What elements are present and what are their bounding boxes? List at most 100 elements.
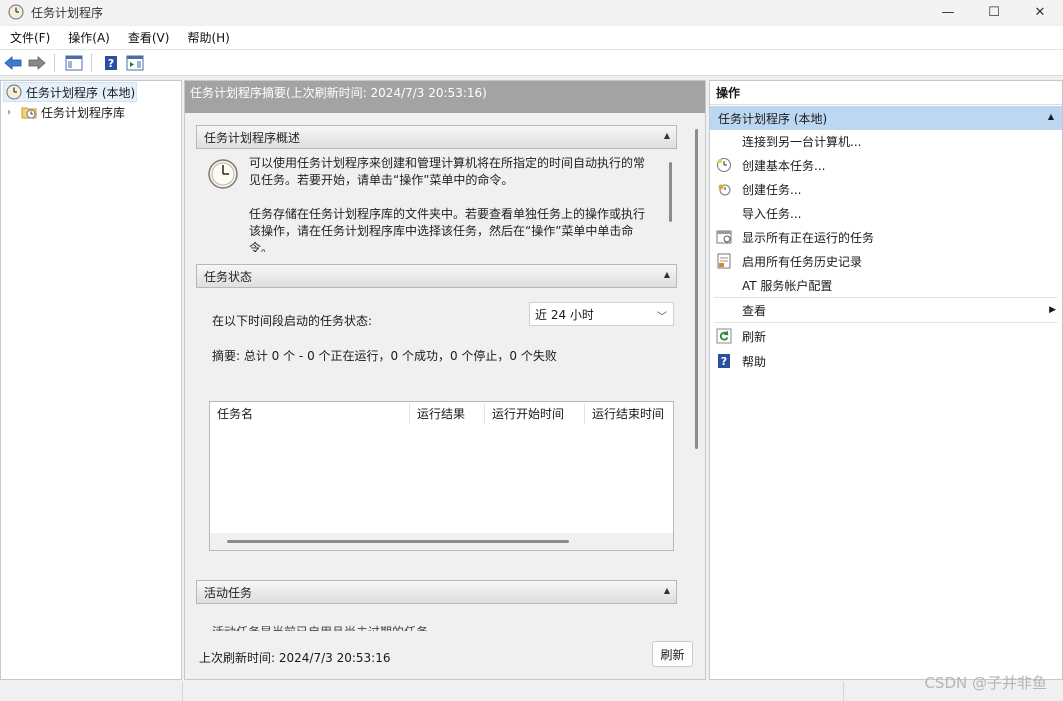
basic-task-icon	[716, 157, 732, 173]
column-run-result[interactable]: 运行结果	[410, 404, 485, 424]
clock-icon	[6, 84, 22, 100]
submenu-arrow-icon: ▶	[1049, 305, 1056, 315]
summary-footer: 上次刷新时间: 2024/7/3 20:53:16 刷新	[185, 631, 705, 679]
scrollbar-thumb[interactable]	[695, 129, 698, 449]
action-enable-history[interactable]: 启用所有任务历史记录	[714, 249, 1058, 273]
action-label: 帮助	[742, 354, 767, 369]
console-tree: 任务计划程序 (本地) › 任务计划程序库	[0, 80, 182, 680]
section-title: 任务计划程序概述	[204, 130, 301, 145]
actions-pane: 操作 任务计划程序 (本地) ▲ 连接到另一台计算机... 创建基本任务... …	[709, 80, 1063, 680]
tree-item-label: 任务计划程序库	[41, 105, 126, 120]
chevron-down-icon: ﹀	[657, 312, 667, 323]
action-at-service-config[interactable]: AT 服务帐户配置	[714, 274, 1058, 298]
table-horizontal-scrollbar[interactable]	[210, 533, 673, 550]
refresh-icon	[716, 328, 732, 344]
overview-scrollbar[interactable]	[669, 162, 672, 222]
scrollbar-thumb[interactable]	[227, 540, 569, 543]
action-label: 查看	[742, 304, 767, 318]
action-pane-icon	[126, 55, 144, 70]
action-label: 刷新	[742, 329, 767, 344]
section-title: 活动任务	[204, 585, 253, 600]
status-divider	[182, 682, 183, 701]
action-create-basic-task[interactable]: 创建基本任务...	[714, 153, 1058, 177]
select-value: 近 24 小时	[535, 307, 594, 322]
help-toolbar-button[interactable]: ?	[100, 52, 122, 74]
overview-paragraph: 可以使用任务计划程序来创建和管理计算机将在所指定的时间自动执行的常见任务。若要开…	[249, 156, 646, 187]
menu-action[interactable]: 操作(A)	[58, 29, 118, 46]
toolbar: ?	[0, 50, 1063, 76]
action-import-task[interactable]: 导入任务...	[714, 201, 1058, 225]
menu-help[interactable]: 帮助(H)	[177, 29, 237, 46]
collapse-up-icon[interactable]: ▲	[1048, 112, 1054, 121]
tree-item-library[interactable]: › 任务计划程序库	[7, 102, 125, 122]
action-label: 创建任务...	[742, 182, 802, 197]
action-refresh[interactable]: 刷新	[714, 324, 1058, 348]
status-period-label: 在以下时间段启动的任务状态:	[212, 314, 373, 328]
title-bar: 任务计划程序 — ☐ ✕	[0, 0, 1063, 24]
running-tasks-icon	[716, 229, 732, 245]
menu-file[interactable]: 文件(F)	[0, 29, 58, 46]
close-button[interactable]: ✕	[1017, 0, 1063, 24]
status-section-header[interactable]: 任务状态 ▲	[196, 264, 677, 288]
table-header: 任务名 运行结果 运行开始时间 运行结束时间	[210, 402, 673, 426]
last-refresh-text: 上次刷新时间: 2024/7/3 20:53:16	[199, 651, 391, 665]
maximize-button[interactable]: ☐	[971, 0, 1017, 24]
show-hide-console-tree-button[interactable]	[63, 52, 85, 74]
summary-vertical-scrollbar[interactable]	[690, 113, 705, 631]
active-tasks-text: 活动任务是当前已启用且尚未过期的任务。	[212, 623, 440, 631]
show-hide-action-pane-button[interactable]	[124, 52, 146, 74]
summary-header: 任务计划程序摘要(上次刷新时间: 2024/7/3 20:53:16)	[185, 81, 705, 113]
action-help[interactable]: ? 帮助	[714, 349, 1058, 373]
window-title: 任务计划程序	[31, 5, 104, 20]
active-section-header[interactable]: 活动任务 ▲	[196, 580, 677, 604]
clock-large-icon	[208, 159, 238, 189]
summary-pane: 任务计划程序摘要(上次刷新时间: 2024/7/3 20:53:16) 任务计划…	[184, 80, 706, 680]
clock-app-icon	[8, 4, 24, 20]
collapse-up-icon[interactable]: ▲	[664, 586, 670, 595]
actions-title: 操作	[710, 81, 1062, 105]
blank-icon	[716, 133, 732, 149]
forward-button[interactable]	[26, 52, 48, 74]
overview-text: 可以使用任务计划程序来创建和管理计算机将在所指定的时间自动执行的常见任务。若要开…	[249, 155, 649, 252]
tree-item-label: 任务计划程序 (本地)	[26, 85, 136, 100]
column-task-name[interactable]: 任务名	[210, 404, 410, 424]
tree-item-local[interactable]: 任务计划程序 (本地)	[3, 82, 137, 102]
svg-text:?: ?	[721, 355, 727, 368]
actions-group-header[interactable]: 任务计划程序 (本地) ▲	[710, 106, 1062, 130]
action-view[interactable]: 查看 ▶	[714, 299, 1058, 323]
status-bar	[0, 682, 1063, 701]
blank-icon	[716, 278, 732, 294]
overview-paragraph: 任务存储在任务计划程序库的文件夹中。若要查看单独任务上的操作或执行该操作，请在任…	[249, 207, 646, 252]
status-section-body: 在以下时间段启动的任务状态: 近 24 小时 ﹀ 摘要: 总计 0 个 - 0 …	[197, 289, 676, 569]
minimize-button[interactable]: —	[925, 0, 971, 24]
status-summary: 摘要: 总计 0 个 - 0 个正在运行，0 个成功，0 个停止，0 个失败	[212, 349, 557, 363]
blank-icon	[716, 205, 732, 221]
column-run-start[interactable]: 运行开始时间	[485, 404, 585, 424]
action-connect-computer[interactable]: 连接到另一台计算机...	[714, 129, 1058, 153]
overview-section-header[interactable]: 任务计划程序概述 ▲	[196, 125, 677, 149]
expand-chevron-icon[interactable]: ›	[7, 107, 21, 118]
status-divider	[843, 682, 844, 701]
create-task-icon	[716, 181, 732, 197]
help-icon: ?	[716, 353, 732, 369]
action-label: 创建基本任务...	[742, 158, 826, 173]
refresh-button[interactable]: 刷新	[652, 641, 693, 667]
action-label: 导入任务...	[742, 206, 802, 221]
collapse-up-icon[interactable]: ▲	[664, 131, 670, 140]
toolbar-separator	[54, 53, 55, 72]
back-button[interactable]	[2, 52, 24, 74]
task-status-table: 任务名 运行结果 运行开始时间 运行结束时间	[209, 401, 674, 551]
action-create-task[interactable]: 创建任务...	[714, 177, 1058, 201]
collapse-up-icon[interactable]: ▲	[664, 270, 670, 279]
forward-arrow-icon	[28, 55, 46, 70]
watermark-text: CSDN @子并非鱼	[924, 674, 1047, 692]
action-show-running-tasks[interactable]: 显示所有正在运行的任务	[714, 225, 1058, 249]
svg-text:?: ?	[108, 57, 114, 70]
actions-group-label: 任务计划程序 (本地)	[718, 111, 828, 126]
status-period-select[interactable]: 近 24 小时 ﹀	[529, 302, 674, 326]
help-book-icon: ?	[105, 55, 117, 70]
back-arrow-icon	[4, 55, 22, 70]
column-run-end[interactable]: 运行结束时间	[585, 404, 673, 424]
menu-bar: 文件(F) 操作(A) 查看(V) 帮助(H)	[0, 26, 1063, 50]
menu-view[interactable]: 查看(V)	[118, 29, 178, 46]
